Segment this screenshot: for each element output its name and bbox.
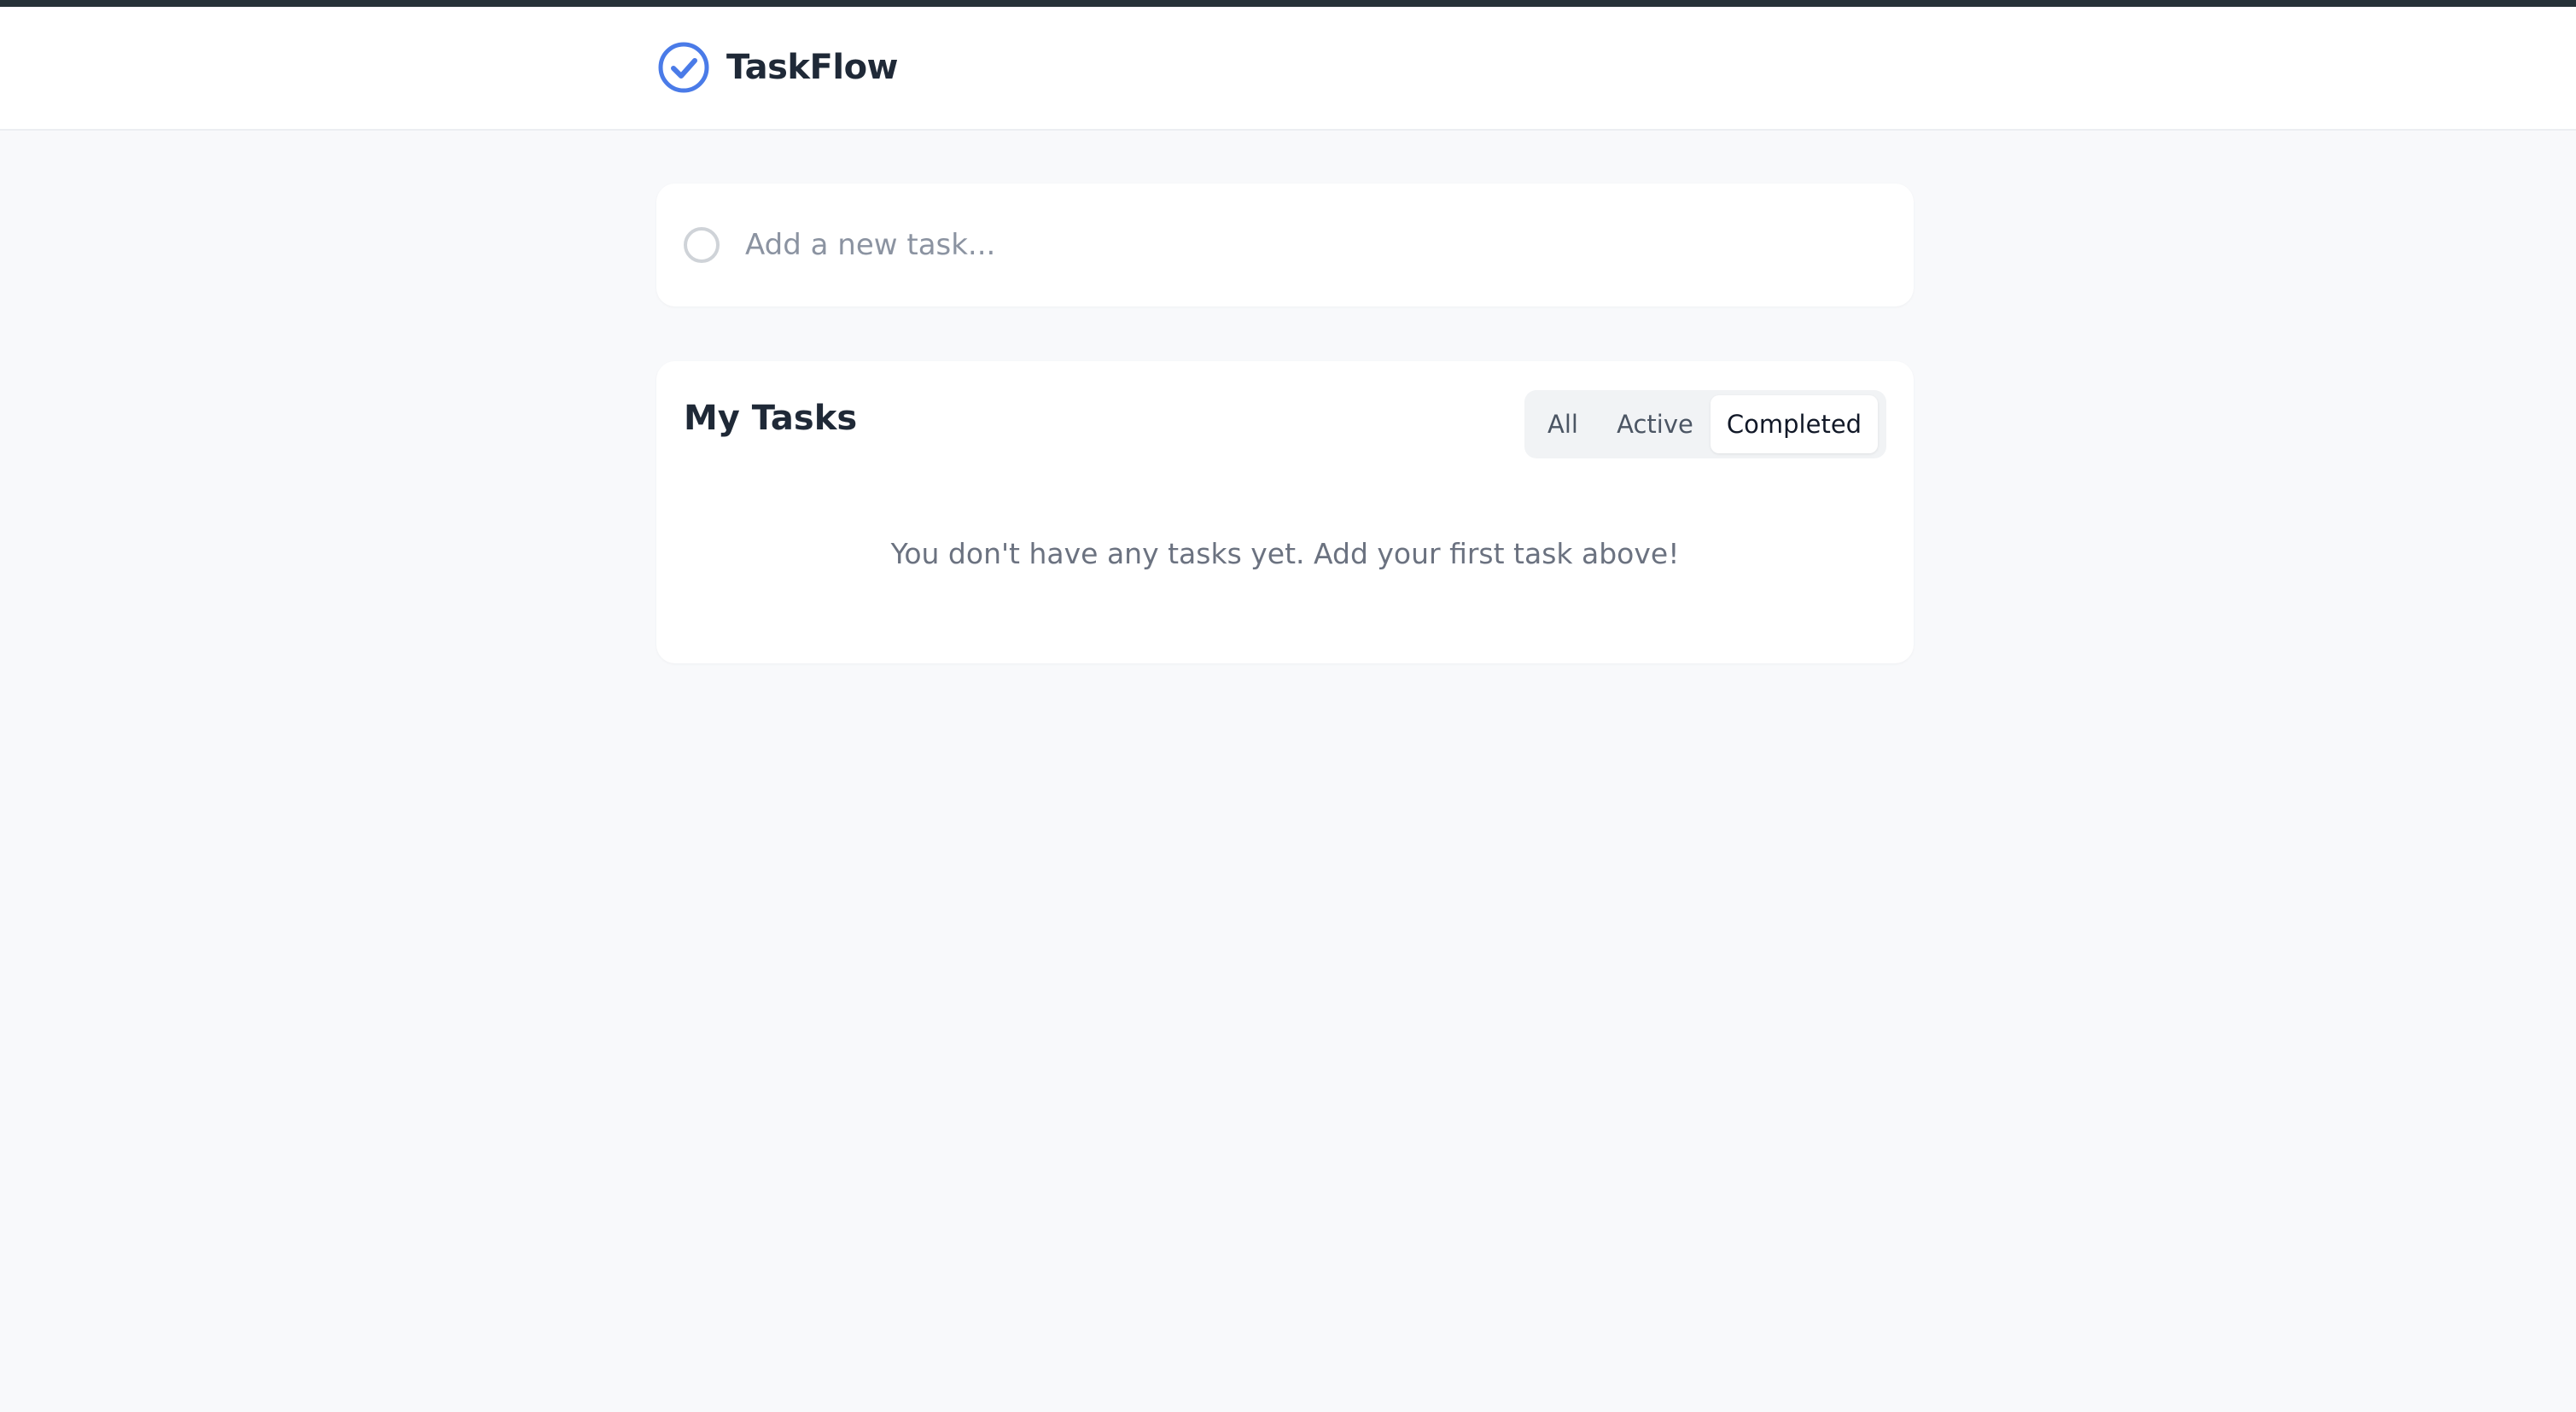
filter-active-button[interactable]: Active [1606,395,1704,453]
app-header: TaskFlow [0,7,2576,131]
empty-state-message: You don't have any tasks yet. Add your f… [890,537,1680,570]
filter-completed-button[interactable]: Completed [1711,395,1878,453]
app-name: TaskFlow [726,48,899,87]
filter-tabs: All Active Completed [1524,390,1886,458]
top-strip [0,0,2576,7]
new-task-input[interactable] [745,209,1889,281]
tasks-title: My Tasks [684,399,858,438]
tasks-panel: My Tasks All Active Completed You don't … [656,361,1914,663]
empty-circle-icon [684,227,720,263]
filter-all-button[interactable]: All [1533,395,1593,453]
brand[interactable]: TaskFlow [656,40,899,95]
add-task-card [656,184,1914,306]
check-circle-icon [656,40,711,95]
